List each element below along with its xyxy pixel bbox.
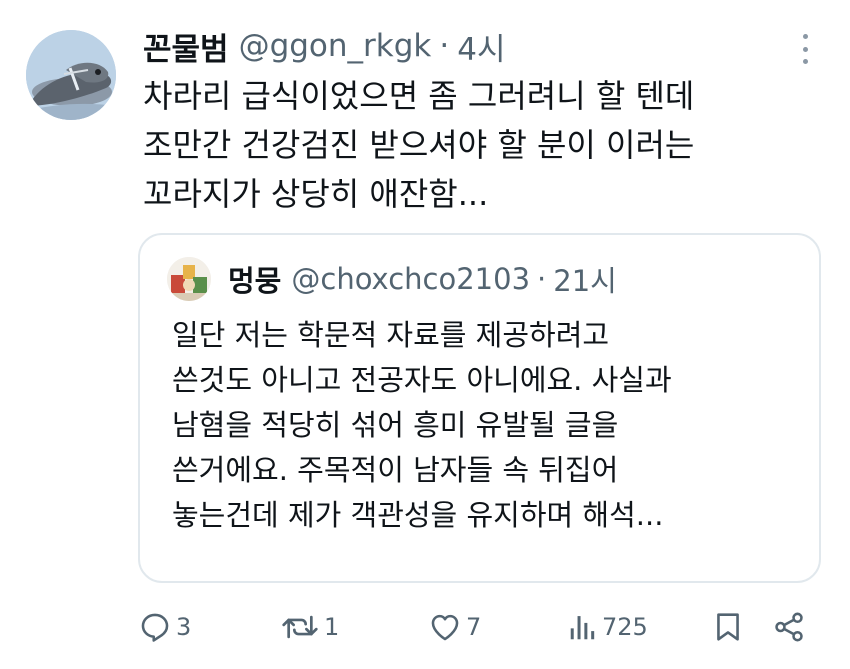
heart-icon — [431, 614, 459, 641]
like-count: 7 — [466, 613, 482, 641]
views-count: 725 — [602, 613, 648, 641]
quoted-user-handle[interactable]: @choxchco2103 — [291, 262, 530, 296]
quoted-text-line: 쓴거에요. 주목적이 남자들 속 뒤집어 — [172, 453, 619, 487]
reply-icon — [141, 613, 169, 642]
quoted-text-line: 놓는건데 제가 객관성을 유지하며 해석... — [172, 498, 664, 532]
timestamp[interactable]: 4시 — [457, 24, 505, 69]
like-button[interactable]: 7 — [428, 603, 481, 651]
quoted-header: 멍뭉 @choxchco2103 · 21시 — [228, 259, 617, 299]
tweet-text-line: 꼬라지가 상당히 애잔함... — [143, 175, 489, 213]
quoted-text-line: 일단 저는 학문적 자료를 제공하려고 — [172, 318, 610, 352]
reply-button[interactable]: 3 — [138, 603, 191, 651]
reply-count: 3 — [176, 613, 192, 641]
quoted-tweet[interactable]: 멍뭉 @choxchco2103 · 21시 일단 저는 학문적 자료를 제공하… — [138, 233, 821, 583]
bookmark-icon — [717, 613, 739, 641]
tweet: 꼰물범 @ggon_rkgk · 4시 차라리 급식이었으면 좀 그러려니 할 … — [0, 0, 850, 669]
quoted-avatar[interactable] — [167, 257, 211, 301]
separator-dot: · — [439, 28, 450, 64]
tweet-text-line: 조만간 건강검진 받으셔야 할 분이 이러는 — [143, 126, 695, 164]
more-icon[interactable] — [793, 34, 817, 64]
seal-avatar-image — [26, 30, 116, 120]
bookmark-button[interactable] — [713, 603, 743, 651]
views-button[interactable]: 725 — [568, 603, 648, 651]
tweet-text-line: 차라리 급식이었으면 좀 그러려니 할 텐데 — [143, 77, 695, 115]
retweet-count: 1 — [324, 613, 340, 641]
tweet-text: 차라리 급식이었으면 좀 그러려니 할 텐데 조만간 건강검진 받으셔야 할 분… — [143, 72, 793, 219]
views-icon — [570, 616, 595, 640]
quoted-text-line: 쓴것도 아니고 전공자도 아니에요. 사실과 — [172, 363, 672, 397]
share-button[interactable] — [772, 603, 806, 651]
user-handle[interactable]: @ggon_rkgk — [239, 28, 432, 64]
retweet-button[interactable]: 1 — [280, 603, 339, 651]
display-name[interactable]: 꼰물범 — [143, 24, 229, 69]
avatar[interactable] — [26, 30, 116, 120]
tweet-header: 꼰물범 @ggon_rkgk · 4시 — [143, 24, 505, 68]
retweet-icon — [282, 615, 318, 639]
quoted-timestamp[interactable]: 21시 — [553, 258, 617, 300]
action-bar: 3 1 7 725 — [138, 603, 818, 651]
separator-dot: · — [537, 262, 547, 296]
share-icon — [775, 612, 803, 642]
quoted-avatar-image — [167, 257, 211, 301]
quoted-text-line: 남혐을 적당히 섞어 흥미 유발될 글을 — [172, 408, 619, 442]
quoted-text: 일단 저는 학문적 자료를 제공하려고 쓴것도 아니고 전공자도 아니에요. 사… — [172, 313, 812, 538]
quoted-display-name[interactable]: 멍뭉 — [228, 258, 281, 300]
